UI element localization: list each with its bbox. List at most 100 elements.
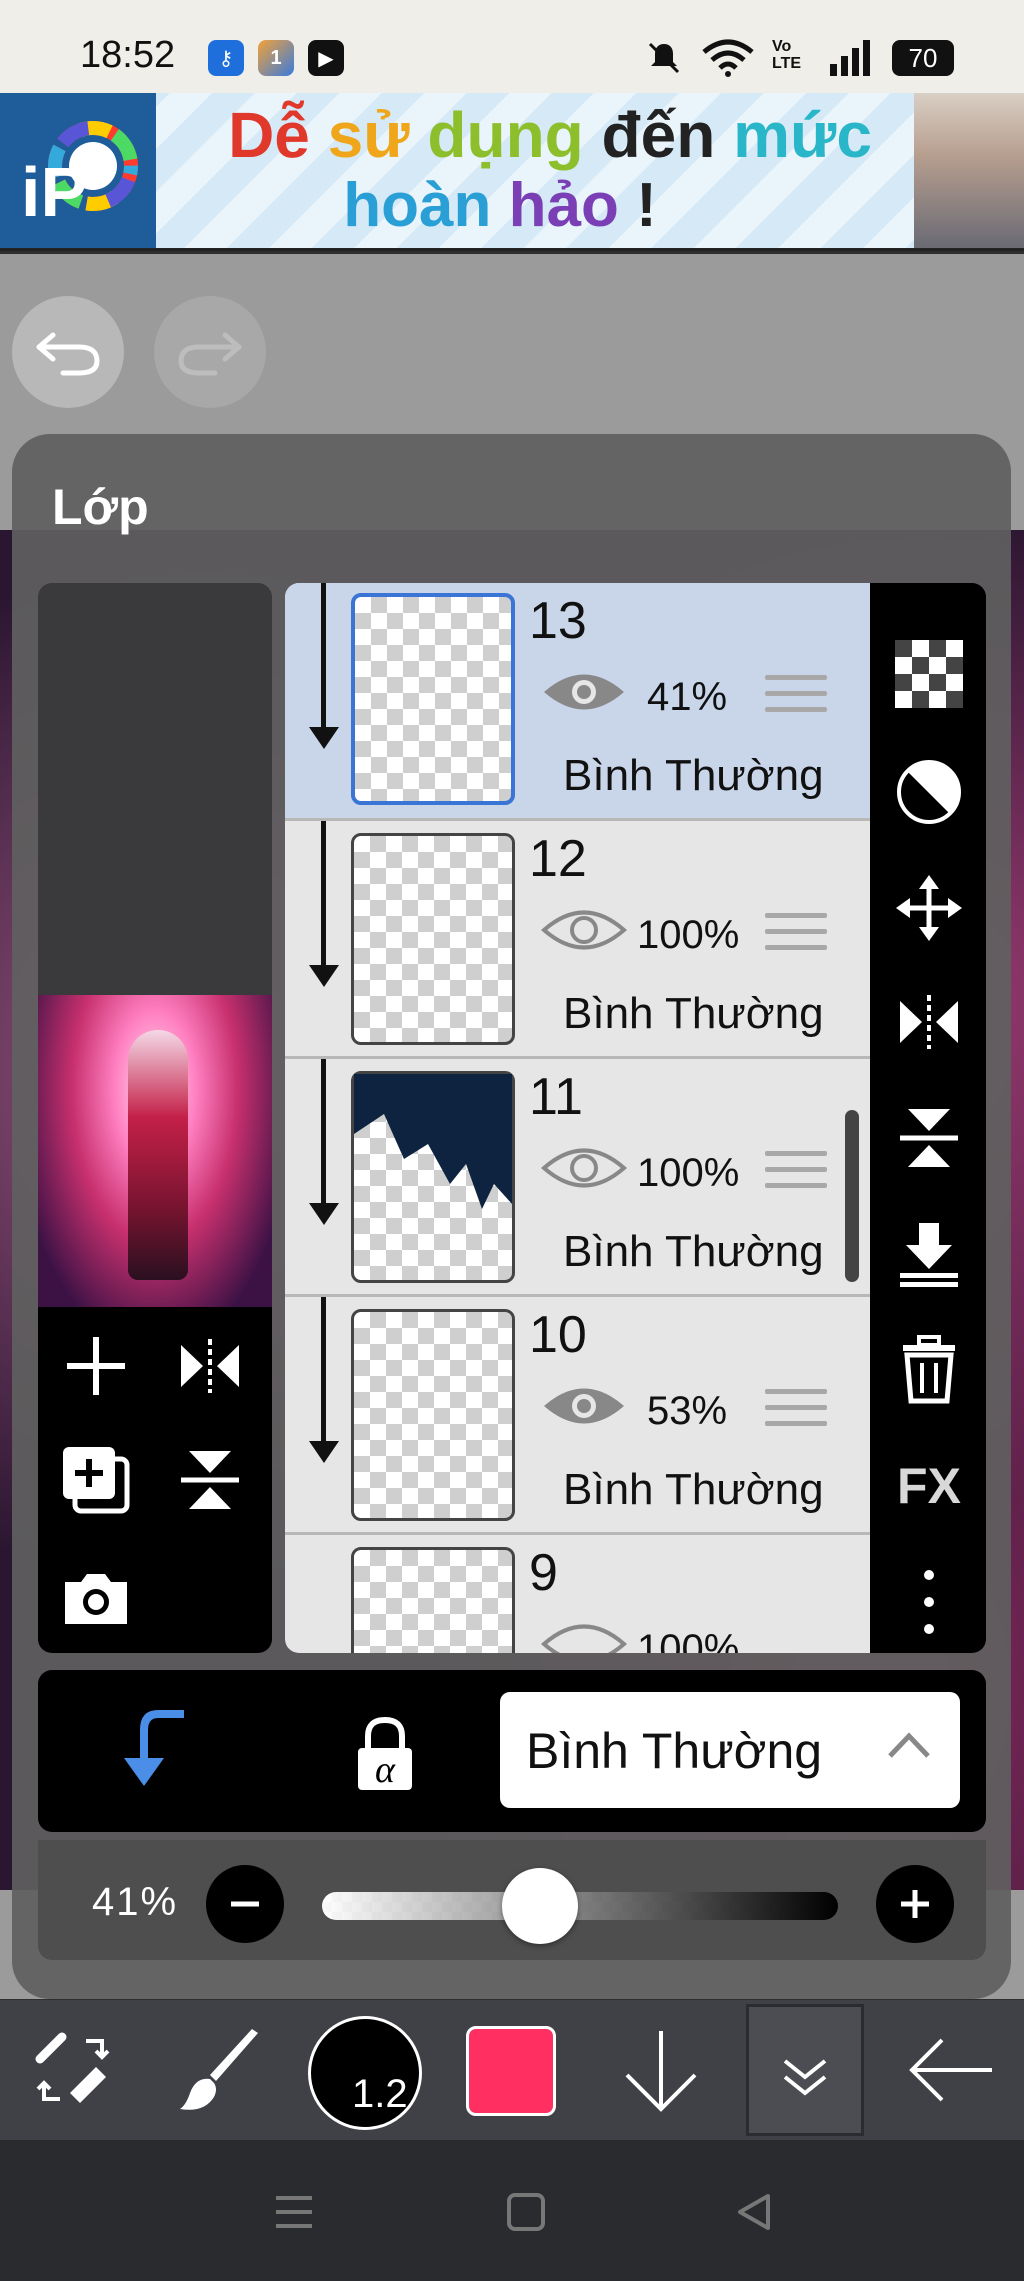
opacity-label: 41% [92, 1880, 179, 1924]
back-icon[interactable] [734, 2192, 774, 2232]
drag-handle-icon[interactable] [765, 913, 827, 961]
brush-tool-button[interactable] [166, 2000, 276, 2140]
collapse-button[interactable] [746, 2004, 864, 2136]
opacity-slider-knob[interactable] [502, 1868, 578, 1944]
collapse-icon [783, 2059, 827, 2096]
contrast-button[interactable] [894, 757, 964, 827]
opacity-increase-button[interactable] [876, 1865, 954, 1943]
signal-icon [828, 38, 874, 78]
back-arrow-button[interactable] [896, 2000, 1006, 2140]
drag-handle-icon[interactable] [765, 1389, 827, 1437]
alpha-symbol: α [375, 1749, 396, 1791]
layer-blend-mode: Bình Thường [563, 751, 824, 800]
layer-number: 11 [529, 1068, 583, 1126]
right-tool-panel: FX [870, 583, 986, 1653]
drag-handle-icon[interactable] [765, 675, 827, 723]
checker-button[interactable] [894, 639, 964, 709]
transform-tool-button[interactable] [18, 2000, 128, 2140]
layer-row-12[interactable]: 12 100% Bình Thường [285, 821, 870, 1059]
banner-headline-line2: hoàn hảo ! [250, 170, 750, 241]
flip-layer-vertical-button[interactable] [166, 1436, 254, 1524]
volte-icon: Vo LTE [772, 38, 802, 72]
battery-indicator: 70 [892, 40, 954, 76]
layer-row-9[interactable]: 9 100% [285, 1535, 870, 1653]
banner-line1-word-4: mức [733, 99, 872, 171]
alpha-lock-button[interactable]: α [350, 1714, 420, 1794]
layer-opacity: 41% [647, 675, 728, 719]
more-button[interactable] [894, 1567, 964, 1637]
eye-icon[interactable] [540, 1143, 628, 1193]
clipping-button[interactable] [118, 1710, 188, 1790]
layer-thumbnail[interactable] [351, 1547, 515, 1653]
minus-icon [231, 1901, 259, 1907]
blend-mode-value: Bình Thường [526, 1723, 823, 1779]
trash-icon [903, 1335, 955, 1404]
add-layer-button[interactable] [52, 1322, 140, 1410]
merge-down-button[interactable] [894, 1219, 964, 1289]
color-swatch-button[interactable] [466, 2026, 556, 2116]
undo-button[interactable] [12, 296, 124, 408]
layer-list-scrollbar[interactable] [845, 1110, 859, 1282]
layer-opacity: 53% [647, 1389, 728, 1433]
duplicate-layer-icon [63, 1447, 130, 1514]
eye-icon[interactable] [540, 905, 628, 955]
brush-icon [180, 2029, 258, 2110]
layer-number: 12 [529, 830, 587, 888]
layer-preview-empty [38, 583, 272, 995]
transform-icon [35, 2032, 110, 2103]
banner-headline-line1: Dễ sử dụng đến mức [200, 98, 900, 172]
banner-line1-word-3: đến [601, 99, 716, 171]
mute-icon [646, 40, 682, 76]
layer-opacity: 100% [637, 1151, 740, 1195]
delete-layer-button[interactable] [894, 1335, 964, 1405]
banner-line2-word-1: hảo [508, 171, 619, 240]
flip-horizontal-button[interactable] [894, 987, 964, 1057]
down-arrow-button[interactable] [606, 2000, 716, 2140]
youtube-icon: ▶ [308, 40, 344, 76]
redo-button[interactable] [154, 296, 266, 408]
layer-thumbnail[interactable] [351, 833, 515, 1045]
layer-row-11[interactable]: 11 100% Bình Thường [285, 1059, 870, 1297]
undo-icon [36, 332, 100, 376]
layer-thumbnail[interactable] [351, 593, 515, 805]
drag-handle-icon[interactable] [765, 1151, 827, 1199]
menu-icon[interactable] [272, 2190, 316, 2234]
duplicate-layer-button[interactable] [52, 1436, 140, 1524]
layer-row-13[interactable]: 13 41% Bình Thường [285, 583, 870, 821]
flip-layer-horizontal-button[interactable] [166, 1322, 254, 1410]
camera-button[interactable] [52, 1554, 140, 1642]
add-layer-icon [67, 1337, 125, 1395]
panel-title: Lớp [52, 479, 149, 535]
key-app-icon: ⚷ [208, 40, 244, 76]
logo-text: iP [21, 153, 87, 226]
layer-thumbnail[interactable] [351, 1309, 515, 1521]
calendar-app-icon: 1 [258, 40, 294, 76]
eye-icon[interactable] [540, 1381, 628, 1431]
chevron-up-icon [886, 1730, 932, 1760]
clip-arrow-icon [124, 1710, 184, 1786]
layer-number: 9 [529, 1544, 558, 1602]
layer-blend-mode: Bình Thường [563, 1227, 824, 1276]
move-icon [896, 875, 962, 941]
opacity-decrease-button[interactable] [206, 1865, 284, 1943]
eye-icon[interactable] [540, 667, 628, 717]
banner-line2-word-0: hoàn [343, 171, 492, 240]
layer-opacity: 100% [637, 913, 740, 957]
move-button[interactable] [894, 873, 964, 943]
banner-character-image [914, 93, 1024, 248]
preview-figure [128, 1030, 188, 1280]
layer-list[interactable]: 13 41% Bình Thường 12 100% Bình Thường 1… [285, 583, 870, 1653]
opacity-slider-track[interactable] [322, 1892, 838, 1920]
fx-button[interactable]: FX [894, 1451, 964, 1521]
flip-horizontal-icon [181, 1339, 239, 1393]
home-icon[interactable] [506, 2192, 546, 2232]
layer-thumbnail[interactable] [351, 1071, 515, 1283]
layer-row-10[interactable]: 10 53% Bình Thường [285, 1297, 870, 1535]
eye-icon[interactable] [540, 1619, 628, 1653]
alpha-lock-icon: α [358, 1716, 412, 1791]
flip-vertical-button[interactable] [894, 1103, 964, 1173]
brush-size-value: 1.2 [352, 2072, 408, 2116]
banner-line1-word-1: sử [327, 99, 410, 171]
layer-opacity: 100% [637, 1627, 740, 1653]
contrast-icon [897, 760, 961, 824]
